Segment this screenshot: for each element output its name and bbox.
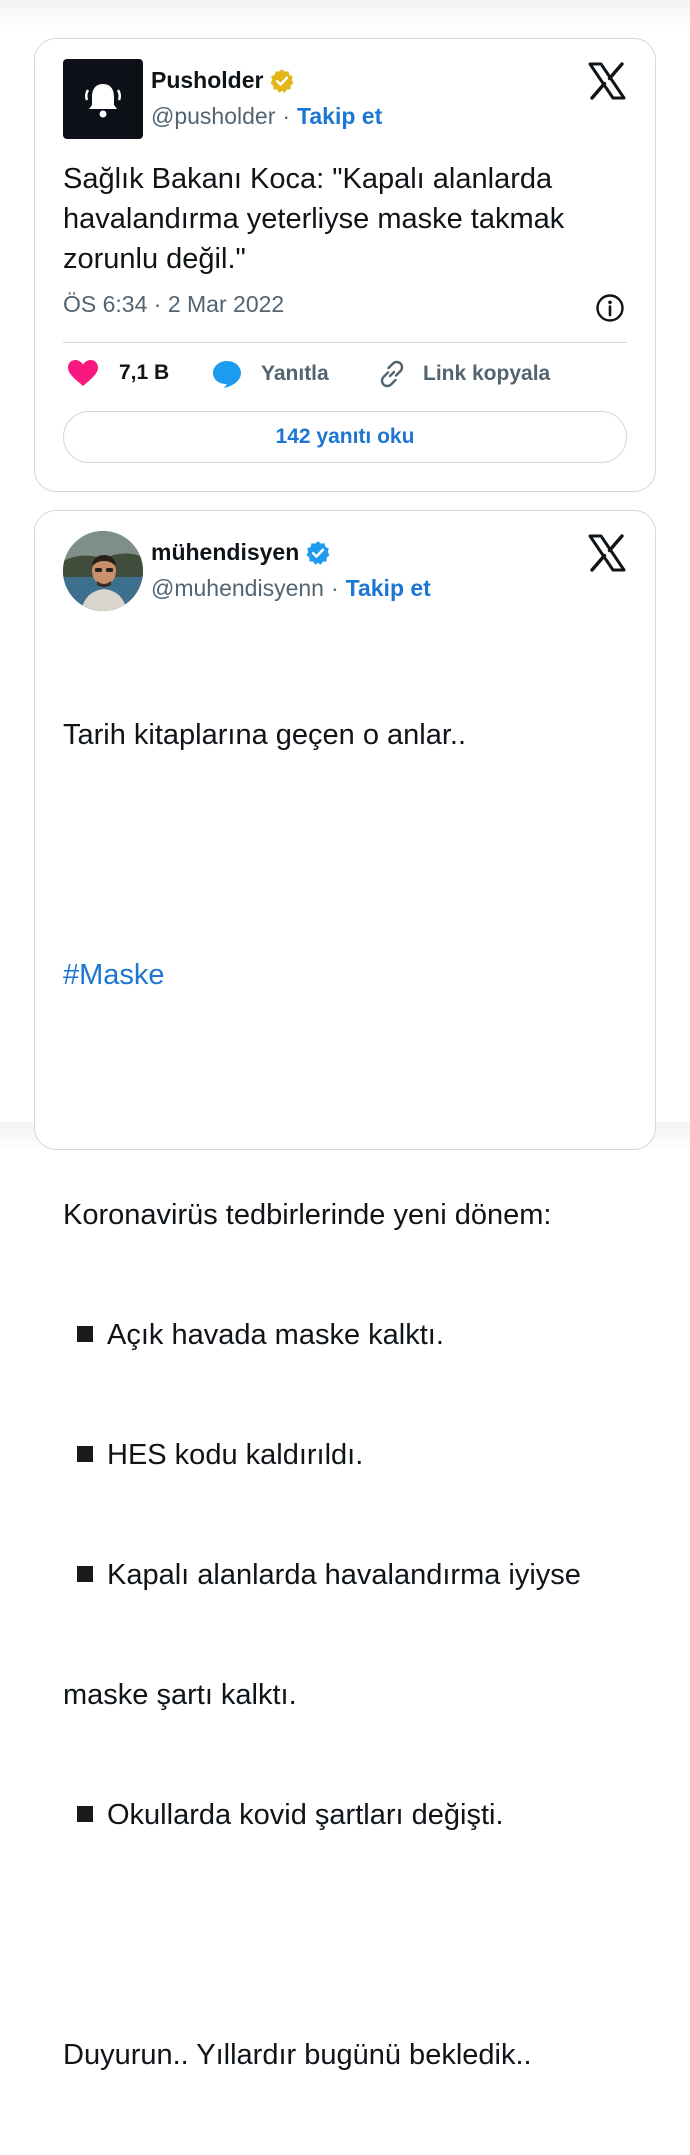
follow-button[interactable]: Takip et [346, 575, 431, 602]
bullet-square-icon [77, 1806, 93, 1822]
read-replies-label: 142 yanıtı oku [275, 425, 415, 448]
tweet-text: Tarih kitaplarına geçen o anlar.. #Maske… [63, 635, 629, 2155]
verified-badge-icon [270, 68, 294, 93]
heart-icon [68, 360, 98, 386]
verified-badge-icon [306, 540, 330, 565]
bullet-continuation: maske şartı kalktı. [63, 1679, 297, 1711]
bullet-square-icon [77, 1446, 93, 1462]
author-handle[interactable]: @muhendisyenn [151, 575, 324, 602]
copy-link-label: Link kopyala [423, 362, 551, 385]
text-line-intro: Tarih kitaplarına geçen o anlar.. [63, 719, 467, 751]
x-logo-icon[interactable] [587, 61, 627, 101]
copy-link-button[interactable]: Link kopyala [377, 359, 550, 389]
link-icon [380, 360, 404, 388]
like-count: 7,1 B [119, 361, 170, 384]
text-line-closing: Duyurun.. Yıllardır bugünü bekledik.. [63, 2039, 532, 2071]
bullet-square-icon [77, 1566, 93, 1582]
bullet-item: Açık havada maske kalktı. [63, 1315, 629, 1355]
like-button[interactable]: 7,1 B [67, 359, 169, 387]
avatar[interactable] [63, 59, 143, 139]
tweet-date: 2 Mar 2022 [167, 291, 285, 317]
tweet-text: Sağlık Bakanı Koca: "Kapalı alanlarda ha… [63, 163, 573, 275]
tweet-time: ÖS 6:34 [63, 291, 148, 317]
author-name[interactable]: Pusholder [151, 67, 263, 94]
info-icon[interactable] [595, 293, 625, 323]
reply-bubble-icon [213, 361, 241, 388]
separator-dot: · [330, 575, 339, 601]
avatar[interactable] [63, 531, 143, 611]
bullet-square-icon [77, 1326, 93, 1342]
bullet-item: Okullarda kovid şartları değişti. [63, 1795, 629, 1835]
author-handle[interactable]: @pusholder [151, 103, 275, 130]
tweet-card-muhendisyen[interactable]: mühendisyen @muhendisyenn · Takip et Tar… [34, 510, 656, 2071]
follow-button[interactable]: Takip et [297, 103, 382, 130]
bell-icon [84, 84, 122, 118]
text-line-heading: Koronavirüs tedbirlerinde yeni dönem: [63, 1199, 552, 1231]
x-logo-icon[interactable] [587, 533, 627, 573]
bullet-item: HES kodu kaldırıldı. [63, 1435, 629, 1475]
date-separator: · [153, 291, 162, 317]
divider [63, 342, 627, 343]
hashtag-link[interactable]: #Maske [63, 955, 629, 995]
reply-label: Yanıtla [261, 362, 329, 385]
avatar-photo [63, 531, 143, 611]
author-name[interactable]: mühendisyen [151, 539, 299, 566]
reply-button[interactable]: Yanıtla [211, 359, 329, 389]
separator-dot: · [282, 103, 291, 129]
read-replies-button[interactable]: 142 yanıtı oku [63, 411, 627, 463]
tweet-card-pusholder[interactable]: Pusholder @pusholder · Takip et Sağlık B… [34, 38, 656, 492]
bullet-item: Kapalı alanlarda havalandırma iyiyse [63, 1555, 629, 1595]
tweet-timestamp[interactable]: ÖS 6:34 · 2 Mar 2022 [63, 291, 284, 318]
